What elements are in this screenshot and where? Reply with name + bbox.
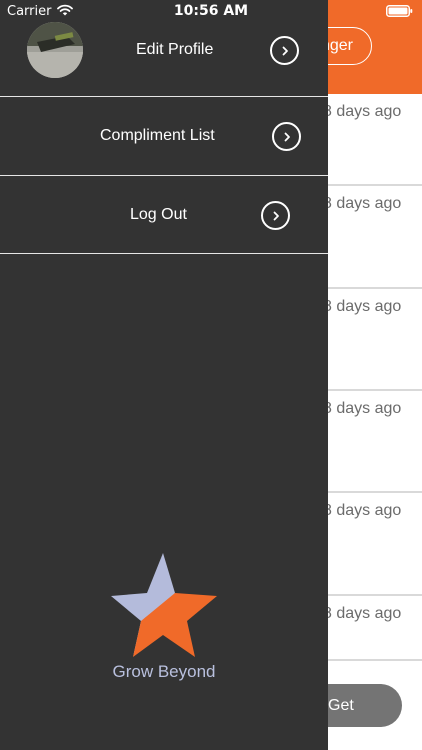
status-bar: Carrier 10:56 AM bbox=[0, 0, 422, 22]
feed-item-time: 8 days ago bbox=[323, 605, 402, 622]
feed-item-time: 8 days ago bbox=[323, 400, 402, 417]
chevron-right-circle-icon[interactable] bbox=[272, 122, 301, 151]
feed-item-time: 8 days ago bbox=[323, 103, 402, 120]
feed-item-time: 8 days ago bbox=[323, 298, 402, 315]
chevron-right-circle-icon[interactable] bbox=[270, 36, 299, 65]
side-drawer: Edit Profile Compliment List Log Out Gro… bbox=[0, 0, 328, 750]
menu-item-compliment-list[interactable]: Compliment List bbox=[0, 97, 328, 176]
battery-icon bbox=[386, 5, 413, 17]
star-logo-icon bbox=[111, 553, 217, 657]
feed-item-time: 8 days ago bbox=[323, 195, 402, 212]
menu-item-log-out[interactable]: Log Out bbox=[0, 176, 328, 254]
menu-item-label: Compliment List bbox=[100, 127, 215, 144]
status-time: 10:56 AM bbox=[173, 3, 249, 19]
menu-item-label: Log Out bbox=[130, 205, 187, 223]
feed-item-time: 8 days ago bbox=[323, 502, 402, 519]
chevron-right-circle-icon[interactable] bbox=[261, 201, 290, 230]
brand-name: Grow Beyond bbox=[112, 662, 216, 681]
